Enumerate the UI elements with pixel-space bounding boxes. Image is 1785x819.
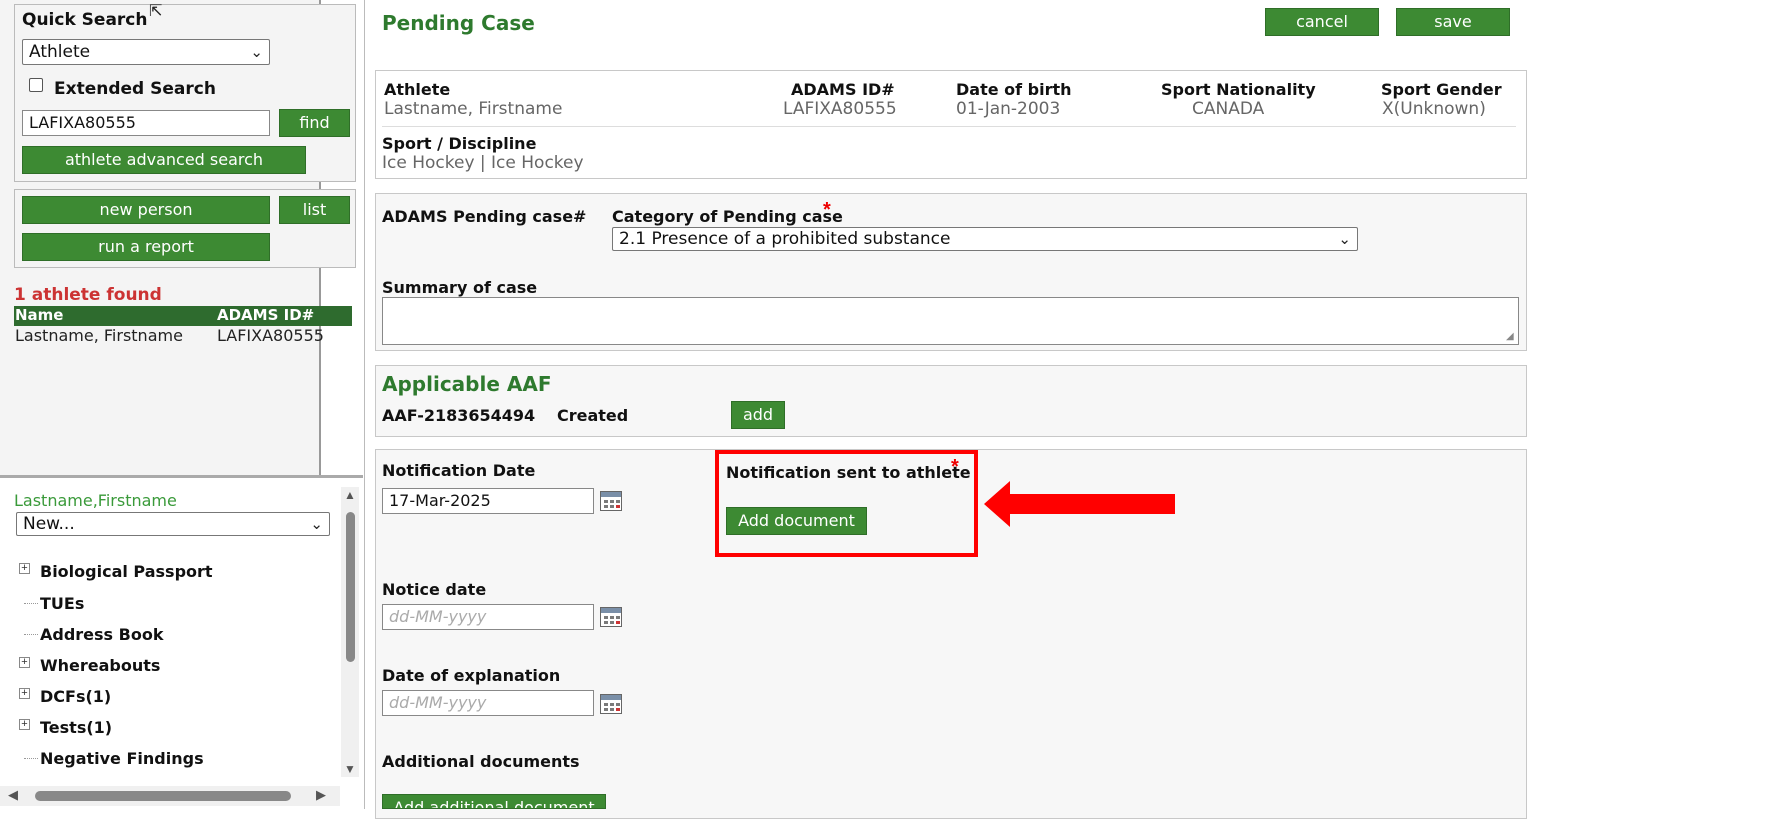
aaf-add-button[interactable]: add	[731, 401, 785, 429]
explanation-date-input[interactable]: dd-MM-yyyy	[382, 690, 594, 716]
tree-item-negative-findings[interactable]: Negative Findings	[40, 749, 204, 768]
tree-item-tues[interactable]: TUEs	[40, 594, 84, 613]
athlete-info-divider	[382, 126, 1516, 127]
athlete-label: Athlete	[384, 80, 451, 99]
resize-handle-icon[interactable]: ◢	[1506, 331, 1514, 342]
calendar-icon[interactable]	[600, 694, 622, 714]
notice-date-input[interactable]: dd-MM-yyyy	[382, 604, 594, 630]
tree-item-address-book[interactable]: Address Book	[40, 625, 163, 644]
category-select-value: 2.1 Presence of a prohibited substance	[619, 229, 951, 249]
summary-label: Summary of case	[382, 278, 538, 297]
notice-date-label: Notice date	[382, 580, 487, 599]
extended-search-checkbox[interactable]	[29, 78, 43, 92]
results-row-name[interactable]: Lastname, Firstname	[15, 326, 183, 345]
results-count: 1 athlete found	[14, 285, 162, 305]
athlete-value: Lastname, Firstname	[384, 99, 563, 119]
tree-item-tests[interactable]: Tests(1)	[40, 718, 112, 737]
dob-label: Date of birth	[956, 80, 1072, 99]
run-report-button[interactable]: run a report	[22, 233, 270, 261]
gender-label: Sport Gender	[1381, 80, 1502, 99]
aaf-title: Applicable AAF	[382, 372, 552, 396]
tree-item-biological-passport[interactable]: Biological Passport	[40, 562, 213, 581]
red-arrow-icon	[984, 481, 1175, 527]
dob-value: 01-Jan-2003	[956, 99, 1061, 119]
scroll-left-icon[interactable]: ◀	[8, 787, 18, 803]
chevron-down-icon: ⌄	[250, 43, 263, 61]
category-select[interactable]: 2.1 Presence of a prohibited substance ⌄	[612, 227, 1358, 251]
notification-date-value: 17-Mar-2025	[389, 491, 491, 510]
search-type-value: Athlete	[29, 42, 91, 62]
results-row-adams-id[interactable]: LAFIXA80555	[217, 326, 324, 345]
pending-case-number-label: ADAMS Pending case#	[382, 207, 587, 226]
notice-date-placeholder: dd-MM-yyyy	[389, 607, 487, 626]
calendar-icon[interactable]	[600, 607, 622, 627]
search-input-value: LAFIXA80555	[29, 113, 136, 132]
page-title: Pending Case	[382, 11, 535, 35]
adams-id-value: LAFIXA80555	[783, 99, 897, 119]
scroll-down-icon[interactable]: ▼	[344, 762, 356, 776]
scroll-right-icon[interactable]: ▶	[316, 787, 326, 803]
sport-label: Sport / Discipline	[382, 134, 537, 153]
extended-search-label: Extended Search	[54, 79, 216, 99]
cursor-icon: ⇱	[149, 3, 163, 20]
athlete-advanced-search-button[interactable]: athlete advanced search	[22, 146, 306, 174]
tree-item-dcfs[interactable]: DCFs(1)	[40, 687, 111, 706]
search-type-select[interactable]: Athlete ⌄	[22, 39, 270, 65]
scroll-up-icon[interactable]: ▲	[344, 488, 356, 502]
explanation-date-placeholder: dd-MM-yyyy	[389, 693, 487, 712]
find-button[interactable]: find	[279, 109, 350, 137]
nationality-label: Sport Nationality	[1161, 80, 1316, 99]
notification-date-input[interactable]: 17-Mar-2025	[382, 488, 594, 514]
new-person-button[interactable]: new person	[22, 196, 270, 224]
calendar-icon[interactable]	[600, 491, 622, 511]
sport-value: Ice Hockey | Ice Hockey	[382, 153, 584, 173]
search-input[interactable]: LAFIXA80555	[22, 110, 270, 136]
results-header-name: Name	[15, 306, 64, 324]
horizontal-scroll-thumb[interactable]	[35, 791, 291, 801]
required-star: *	[823, 199, 831, 221]
tree-expand-icon[interactable]: +	[19, 688, 30, 699]
new-item-select[interactable]: New... ⌄	[16, 512, 330, 536]
additional-documents-label: Additional documents	[382, 752, 580, 771]
selected-person-link[interactable]: Lastname,Firstname	[14, 491, 177, 510]
gender-value: X(Unknown)	[1382, 99, 1486, 119]
adams-id-label: ADAMS ID#	[791, 80, 895, 99]
cancel-button[interactable]: cancel	[1265, 8, 1379, 36]
vertical-scroll-thumb[interactable]	[346, 512, 355, 662]
list-button[interactable]: list	[279, 196, 350, 224]
add-additional-document-button[interactable]: Add additional document	[382, 794, 606, 809]
new-item-select-value: New...	[23, 514, 75, 534]
notification-date-label: Notification Date	[382, 461, 536, 480]
tree-expand-icon[interactable]: +	[19, 657, 30, 668]
aaf-status: Created	[557, 406, 629, 425]
quick-search-title: Quick Search	[22, 10, 148, 30]
category-label: Category of Pending case	[612, 207, 843, 226]
tree-connector	[24, 634, 38, 635]
tree-expand-icon[interactable]: +	[19, 563, 30, 574]
chevron-down-icon: ⌄	[310, 515, 323, 533]
nationality-value: CANADA	[1192, 99, 1265, 119]
chevron-down-icon: ⌄	[1338, 230, 1351, 248]
results-header-adams-id: ADAMS ID#	[217, 306, 315, 324]
summary-textarea[interactable]	[382, 297, 1519, 345]
save-button[interactable]: save	[1396, 8, 1510, 36]
tree-item-whereabouts[interactable]: Whereabouts	[40, 656, 160, 675]
aaf-id[interactable]: AAF-2183654494	[382, 406, 535, 425]
notification-sent-label: Notification sent to athlete	[726, 463, 971, 482]
explanation-date-label: Date of explanation	[382, 666, 561, 685]
required-star: *	[951, 456, 959, 478]
tree-connector	[24, 603, 38, 604]
tree-expand-icon[interactable]: +	[19, 719, 30, 730]
tree-connector	[24, 758, 38, 759]
add-document-button[interactable]: Add document	[726, 507, 867, 535]
